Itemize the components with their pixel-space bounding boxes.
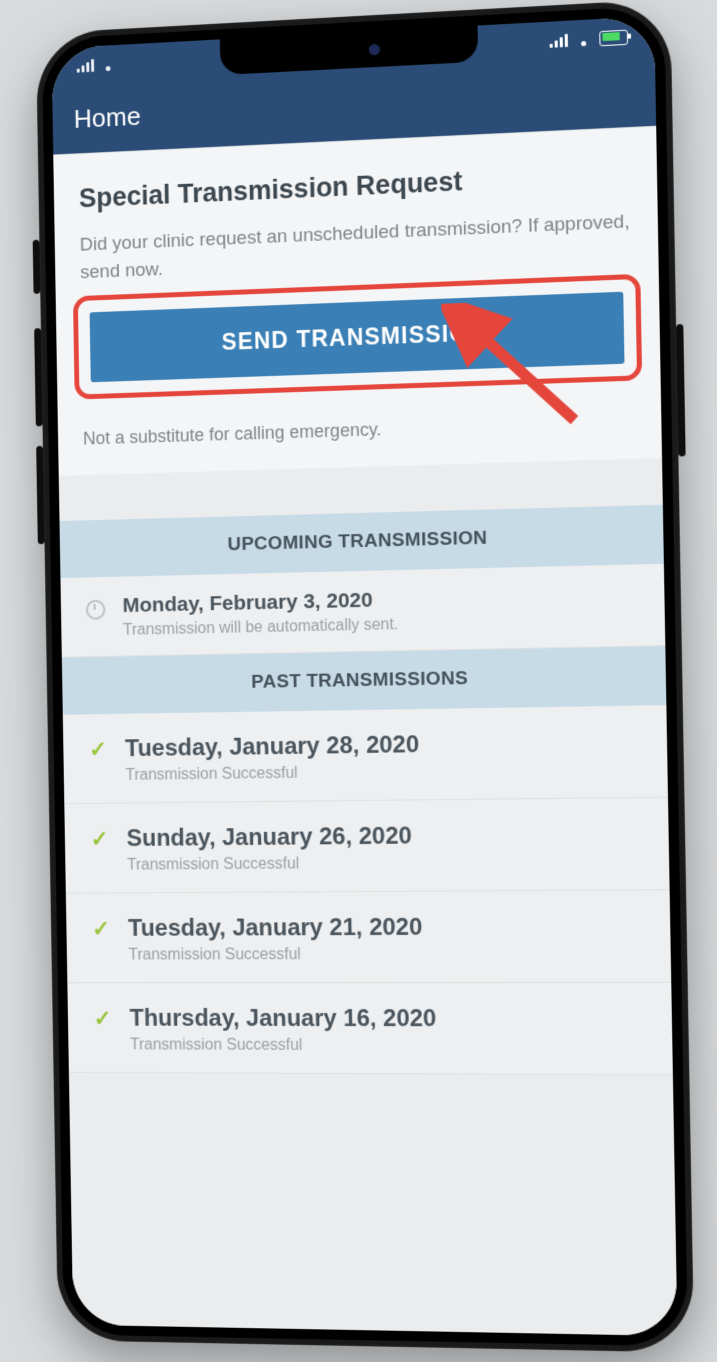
- past-status: Transmission Successful: [128, 945, 646, 964]
- volume-up-button: [34, 328, 42, 426]
- disclaimer-text: Not a substitute for calling emergency.: [82, 411, 634, 449]
- past-date: Sunday, January 26, 2020: [126, 820, 644, 853]
- past-item[interactable]: ✓ Tuesday, January 21, 2020 Transmission…: [65, 890, 670, 983]
- annotation-highlight: SEND TRANSMISSION: [72, 274, 641, 400]
- signal-icon: [76, 58, 94, 72]
- past-status: Transmission Successful: [129, 1037, 647, 1056]
- past-header: PAST TRANSMISSIONS: [61, 646, 666, 715]
- content-scroll[interactable]: Special Transmission Request Did your cl…: [53, 126, 677, 1336]
- check-icon: ✓: [88, 739, 106, 761]
- past-item[interactable]: ✓ Sunday, January 26, 2020 Transmission …: [64, 798, 669, 894]
- past-item[interactable]: ✓ Tuesday, January 28, 2020 Transmission…: [62, 705, 667, 804]
- past-date: Tuesday, January 21, 2020: [127, 913, 645, 943]
- check-icon: ✓: [92, 918, 110, 940]
- screen: Home Special Transmission Request Did yo…: [51, 16, 677, 1336]
- past-date: Tuesday, January 28, 2020: [124, 728, 642, 763]
- upcoming-item[interactable]: Monday, February 3, 2020 Transmission wi…: [60, 564, 665, 658]
- past-status: Transmission Successful: [125, 760, 643, 784]
- phone-frame: Home Special Transmission Request Did yo…: [35, 0, 693, 1353]
- power-button: [676, 324, 686, 457]
- card-description: Did your clinic request an unscheduled t…: [79, 208, 631, 286]
- wifi-icon: [574, 32, 592, 46]
- clock-icon: [85, 600, 105, 620]
- battery-icon: [599, 29, 628, 46]
- past-date: Thursday, January 16, 2020: [129, 1005, 647, 1034]
- check-icon: ✓: [93, 1008, 111, 1030]
- mute-switch: [32, 240, 40, 294]
- nav-title: Home: [73, 100, 140, 134]
- send-transmission-button[interactable]: SEND TRANSMISSION: [89, 292, 624, 383]
- check-icon: ✓: [90, 828, 108, 850]
- wifi-icon: [99, 57, 116, 71]
- card-title: Special Transmission Request: [78, 158, 630, 214]
- volume-down-button: [36, 446, 44, 544]
- special-request-card: Special Transmission Request Did your cl…: [53, 126, 662, 476]
- past-status: Transmission Successful: [126, 853, 644, 875]
- signal-icon: [549, 33, 567, 47]
- past-item[interactable]: ✓ Thursday, January 16, 2020 Transmissio…: [67, 983, 673, 1076]
